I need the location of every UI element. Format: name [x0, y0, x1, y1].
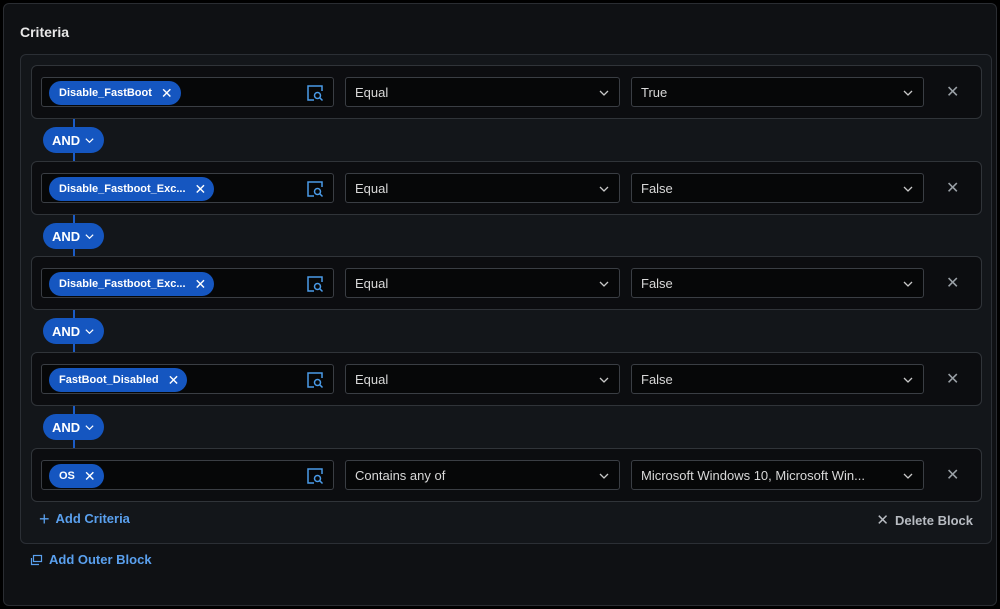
logic-operator-label: AND — [52, 228, 81, 244]
chevron-down-icon — [599, 473, 609, 479]
logic-operator-button[interactable]: AND — [43, 414, 104, 440]
delete-block-label: Delete Block — [894, 512, 973, 528]
field-picker-icon[interactable] — [306, 371, 324, 389]
field-tag: Disable_Fastboot_Exc... ✕ — [49, 177, 215, 201]
criteria-row: Disable_Fastboot_Exc... ✕ Equal False ✕ — [31, 161, 982, 215]
add-criteria-button[interactable]: + Add Criteria — [39, 508, 130, 529]
operator-value: Equal — [355, 84, 389, 100]
value-text: False — [641, 275, 673, 291]
field-picker-icon[interactable] — [306, 275, 324, 293]
connector-line — [73, 153, 75, 161]
section-title: Criteria — [20, 24, 70, 40]
connector-line — [73, 344, 75, 352]
chevron-down-icon — [85, 137, 94, 143]
field-picker-icon[interactable] — [306, 84, 324, 102]
chevron-down-icon — [85, 233, 94, 239]
field-tag: OS ✕ — [49, 464, 104, 488]
field-tag-label: FastBoot_Disabled — [59, 374, 159, 386]
chevron-down-icon — [903, 90, 913, 96]
plus-icon: + — [39, 508, 50, 529]
chevron-down-icon — [599, 377, 609, 383]
field-tag: Disable_Fastboot_Exc... ✕ — [49, 272, 215, 296]
criteria-block: Disable_FastBoot ✕ Equal True ✕ AND Disa… — [20, 54, 992, 544]
criteria-row: FastBoot_Disabled ✕ Equal False ✕ — [31, 352, 982, 406]
chevron-down-icon — [903, 377, 913, 383]
operator-value: Contains any of — [355, 467, 446, 483]
logic-operator-button[interactable]: AND — [43, 318, 104, 344]
field-tag-label: Disable_FastBoot — [59, 87, 152, 99]
chevron-down-icon — [85, 328, 94, 334]
criteria-row: Disable_Fastboot_Exc... ✕ Equal False ✕ — [31, 256, 982, 310]
add-outer-block-label: Add Outer Block — [49, 552, 152, 567]
remove-criteria-icon[interactable]: ✕ — [946, 372, 959, 388]
field-selector[interactable]: Disable_Fastboot_Exc... ✕ — [41, 268, 334, 298]
field-tag: FastBoot_Disabled ✕ — [49, 368, 188, 392]
value-select[interactable]: True — [631, 77, 924, 107]
operator-select[interactable]: Equal — [345, 173, 620, 203]
remove-tag-icon[interactable]: ✕ — [161, 86, 173, 100]
value-text: False — [641, 180, 673, 196]
remove-criteria-icon[interactable]: ✕ — [946, 468, 959, 484]
value-select[interactable]: Microsoft Windows 10, Microsoft Win... — [631, 460, 924, 490]
logic-operator-label: AND — [52, 323, 81, 339]
remove-criteria-icon[interactable]: ✕ — [946, 276, 959, 292]
chevron-down-icon — [903, 473, 913, 479]
field-selector[interactable]: Disable_FastBoot ✕ — [41, 77, 334, 107]
field-selector[interactable]: FastBoot_Disabled ✕ — [41, 364, 334, 394]
operator-select[interactable]: Equal — [345, 77, 620, 107]
remove-tag-icon[interactable]: ✕ — [84, 469, 96, 483]
logic-operator-button[interactable]: AND — [43, 223, 104, 249]
value-text: Microsoft Windows 10, Microsoft Win... — [641, 467, 865, 483]
field-picker-icon[interactable] — [306, 180, 324, 198]
remove-tag-icon[interactable]: ✕ — [168, 373, 180, 387]
field-picker-icon[interactable] — [306, 467, 324, 485]
operator-select[interactable]: Equal — [345, 268, 620, 298]
logic-operator-label: AND — [52, 419, 81, 435]
logic-operator-label: AND — [52, 132, 81, 148]
connector-line — [73, 440, 75, 448]
chevron-down-icon — [599, 90, 609, 96]
value-text: False — [641, 371, 673, 387]
chevron-down-icon — [599, 186, 609, 192]
block-icon — [30, 554, 43, 565]
chevron-down-icon — [85, 424, 94, 430]
field-tag-label: OS — [59, 470, 75, 482]
field-selector[interactable]: Disable_Fastboot_Exc... ✕ — [41, 173, 334, 203]
operator-value: Equal — [355, 275, 389, 291]
chevron-down-icon — [903, 186, 913, 192]
add-outer-block-button[interactable]: Add Outer Block — [30, 552, 152, 567]
value-select[interactable]: False — [631, 268, 924, 298]
add-criteria-label: Add Criteria — [55, 511, 130, 526]
field-selector[interactable]: OS ✕ — [41, 460, 334, 490]
field-tag-label: Disable_Fastboot_Exc... — [59, 183, 186, 195]
criteria-panel: Criteria Disable_FastBoot ✕ Equal True ✕… — [3, 3, 997, 606]
remove-tag-icon[interactable]: ✕ — [195, 277, 207, 291]
criteria-row: Disable_FastBoot ✕ Equal True ✕ — [31, 65, 982, 119]
remove-criteria-icon[interactable]: ✕ — [946, 85, 959, 101]
close-icon: ✕ — [876, 512, 889, 529]
logic-operator-button[interactable]: AND — [43, 127, 104, 153]
operator-select[interactable]: Contains any of — [345, 460, 620, 490]
value-text: True — [641, 84, 668, 100]
operator-value: Equal — [355, 371, 389, 387]
chevron-down-icon — [903, 281, 913, 287]
field-tag-label: Disable_Fastboot_Exc... — [59, 278, 186, 290]
remove-criteria-icon[interactable]: ✕ — [946, 181, 959, 197]
value-select[interactable]: False — [631, 364, 924, 394]
operator-select[interactable]: Equal — [345, 364, 620, 394]
chevron-down-icon — [599, 281, 609, 287]
operator-value: Equal — [355, 180, 389, 196]
delete-block-button[interactable]: ✕ Delete Block — [876, 511, 973, 529]
remove-tag-icon[interactable]: ✕ — [195, 182, 207, 196]
criteria-row: OS ✕ Contains any of Microsoft Windows 1… — [31, 448, 982, 502]
value-select[interactable]: False — [631, 173, 924, 203]
field-tag: Disable_FastBoot ✕ — [49, 81, 181, 105]
